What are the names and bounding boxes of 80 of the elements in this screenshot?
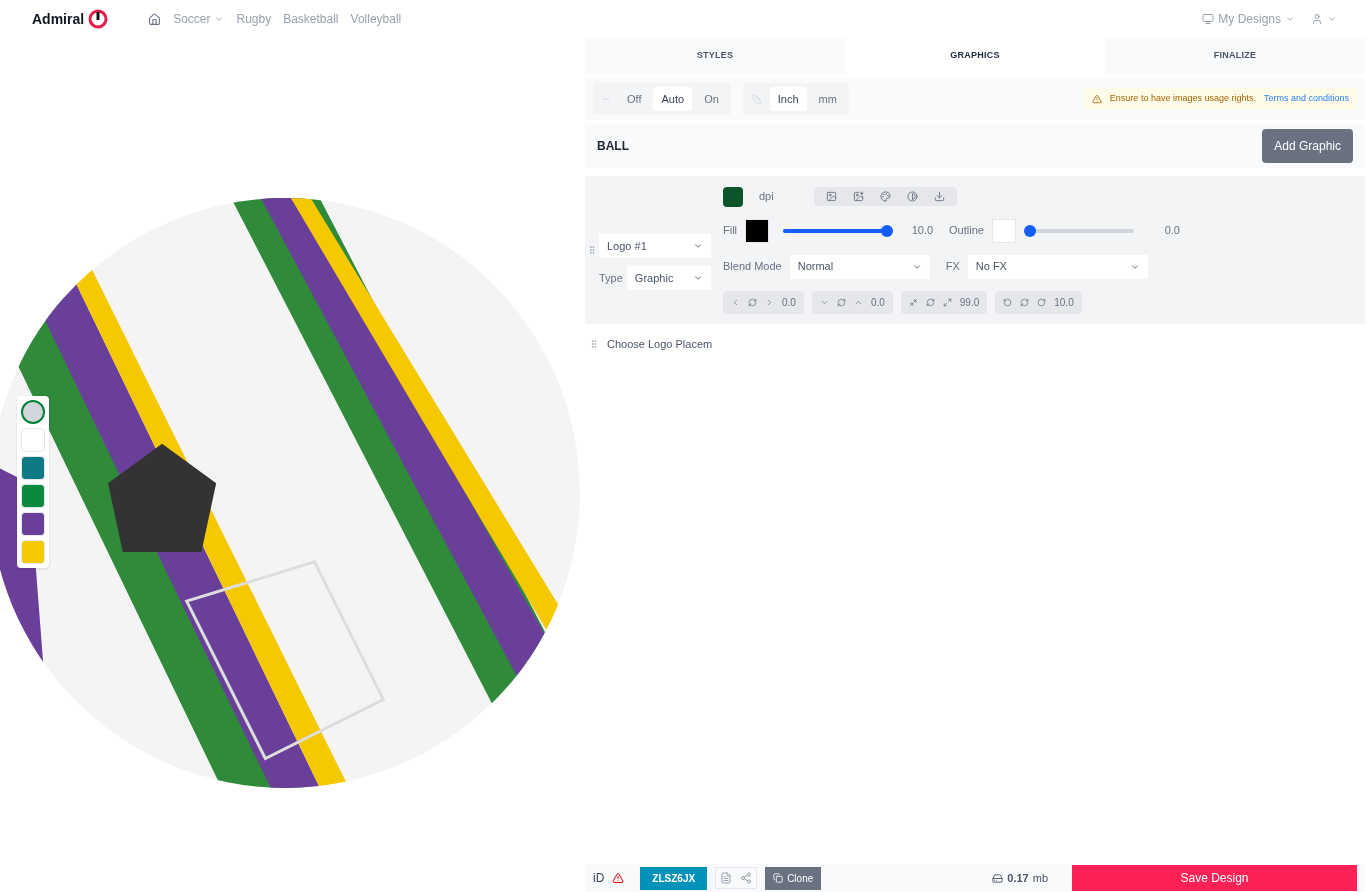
placement-label: Choose Logo Placem [607,337,713,352]
dpi-label: dpi [759,189,774,205]
home-icon[interactable] [148,12,162,26]
chevron-icon [693,273,703,283]
user-menu[interactable] [1311,13,1337,25]
expand-icon[interactable] [942,297,952,307]
toggle-option[interactable]: Off [619,86,650,112]
slider-thumb[interactable] [1023,224,1036,237]
id-label: iD [593,870,605,887]
brand-logo[interactable]: Admiral [32,8,109,30]
color-swatch[interactable] [21,512,45,536]
power-icon [88,9,109,29]
nav-link[interactable]: Basketball [283,10,339,28]
toggle-option[interactable]: Auto [653,86,693,112]
user-icon [1311,13,1323,25]
copy-icon [773,873,784,883]
color-swatch[interactable] [991,218,1016,243]
transform-value: 0.0 [870,295,885,310]
slider-value: 0.0 [1163,223,1180,239]
select-field[interactable]: Graphic [626,266,711,290]
type-label: Type [599,270,623,286]
tab[interactable]: GRAPHICS [845,38,1105,74]
slider-label: Outline [949,223,984,239]
slider-value: 10.0 [910,223,934,239]
slider-label: Fill [723,223,738,239]
caret-icon [1285,14,1295,24]
fx-label: FX [945,259,960,275]
terms-link[interactable]: Terms and conditions [1263,92,1349,106]
transform-value: 10.0 [1054,295,1074,310]
color-swatch[interactable] [21,428,45,452]
design-id-badge: ZLSZ6JX [640,866,708,890]
image-icon[interactable] [825,191,837,202]
select-field[interactable]: Logo #1 [599,234,711,258]
tab[interactable]: FINALIZE [1105,38,1365,74]
caret-icon [1327,14,1337,24]
drag-handle-icon[interactable] [587,245,597,255]
reset-icon[interactable] [836,297,846,307]
ruler-icon [750,93,762,105]
toggle-option[interactable]: mm [810,86,845,112]
logo-thumbnail [723,186,743,207]
monitor-icon [1202,13,1215,25]
color-swatch[interactable] [21,456,45,480]
color-swatch[interactable] [21,540,45,564]
add-image-icon[interactable] [852,191,864,202]
palette-icon[interactable] [879,191,891,202]
reset-icon[interactable] [925,297,935,307]
select-field[interactable]: No FX [967,254,1148,279]
warning-icon [612,872,625,884]
notice-text: Ensure to have images usage rights. [1109,92,1256,106]
download-icon[interactable] [933,191,945,202]
tab[interactable]: STYLES [585,38,845,74]
file-size: 0.17 mb [976,869,1064,887]
color-swatch[interactable] [745,218,770,243]
save-design-button[interactable]: Save Design [1072,865,1357,891]
toggle-option[interactable]: On [696,86,727,112]
shrink-icon[interactable] [908,297,918,307]
drag-handle-icon[interactable] [589,339,599,350]
color-swatch[interactable] [21,484,45,508]
reset-icon[interactable] [748,297,757,307]
reset-icon[interactable] [1020,297,1030,307]
blend-mode-label: Blend Mode [723,259,782,275]
contrast-icon[interactable] [906,191,918,202]
clone-button[interactable]: Clone [765,866,822,890]
add-graphic-button[interactable]: Add Graphic [1262,129,1353,163]
slider-thumb[interactable] [881,224,894,237]
my-designs-menu[interactable]: My Designs [1202,10,1295,28]
warning-icon [1091,94,1102,104]
toggle-option[interactable]: Inch [769,86,807,112]
transform-value: 99.0 [959,295,980,310]
chevron-icon [693,241,703,251]
select-field[interactable]: Normal [789,254,930,279]
transform-value: 0.0 [782,295,796,310]
rotate-left-icon[interactable] [1003,297,1013,307]
nav-link[interactable]: Soccer [173,10,225,28]
ball-thumbnail[interactable] [21,400,45,424]
section-title: BALL [597,138,629,155]
nav-link[interactable]: Rugby [236,10,272,28]
nav-link[interactable]: Volleyball [350,10,402,28]
rotate-right-icon[interactable] [1037,297,1047,307]
drive-icon [992,872,1004,884]
